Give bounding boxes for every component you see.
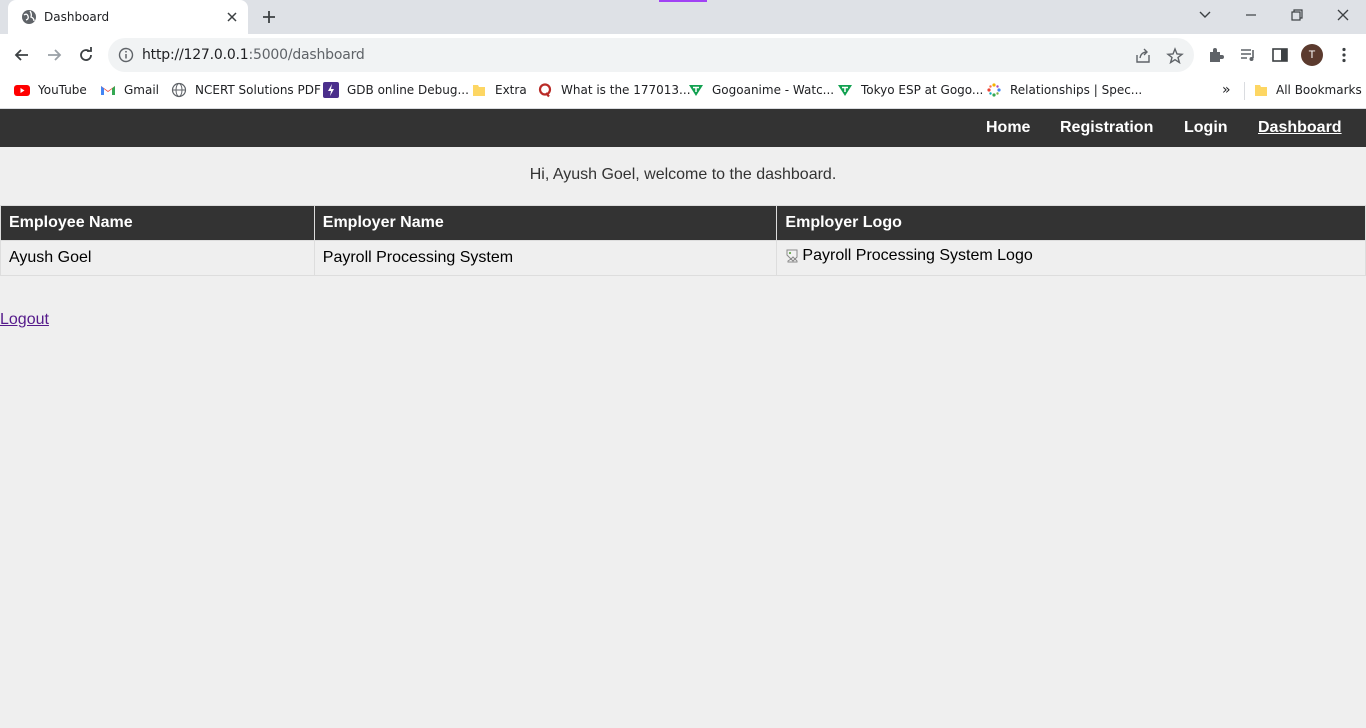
media-control-icon[interactable] [1239, 46, 1257, 64]
logout-link[interactable]: Logout [0, 311, 49, 329]
cell-employer-name: Payroll Processing System [313, 240, 778, 276]
nav-login-link[interactable]: Login [1184, 119, 1228, 137]
employer-logo-image: Payroll Processing System Logo [785, 247, 1033, 265]
bookmark-youtube[interactable]: YouTube [14, 76, 87, 104]
table-header-row: Employee Name Employer Name Employer Log… [0, 205, 1366, 241]
tab-group-indicator [659, 0, 707, 2]
restore-icon[interactable] [1287, 6, 1307, 24]
spectrum-icon [987, 83, 1001, 97]
back-arrow-icon[interactable] [12, 45, 32, 65]
employee-table: Employee Name Employer Name Employer Log… [0, 205, 1366, 276]
gmail-icon [101, 86, 115, 95]
address-bar[interactable]: http://127.0.0.1:5000/dashboard [108, 38, 1194, 72]
bookmarks-overflow-button[interactable]: » [1222, 76, 1231, 104]
browser-toolbar: http://127.0.0.1:5000/dashboard T [0, 34, 1366, 76]
bookmark-gmail[interactable]: Gmail [100, 76, 159, 104]
url-text: http://127.0.0.1:5000/dashboard [142, 47, 365, 63]
share-icon[interactable] [1134, 47, 1152, 65]
site-navbar: Home Registration Login Dashboard [0, 109, 1366, 147]
side-panel-icon[interactable] [1271, 46, 1289, 64]
broken-image-icon [786, 249, 798, 263]
nav-home-link[interactable]: Home [986, 119, 1030, 137]
nav-dashboard-link[interactable]: Dashboard [1258, 119, 1342, 137]
header-employee-name: Employee Name [0, 205, 315, 241]
bookmark-extra[interactable]: Extra [471, 76, 527, 104]
nav-registration-link[interactable]: Registration [1060, 119, 1153, 137]
minimize-icon[interactable] [1241, 6, 1261, 24]
forward-arrow-icon[interactable] [44, 45, 64, 65]
gogoanime-icon [838, 85, 852, 96]
cell-employer-logo: Payroll Processing System Logo [776, 240, 1366, 276]
extensions-icon[interactable] [1207, 46, 1225, 64]
close-icon[interactable] [224, 9, 240, 25]
bookmarks-bar: YouTube Gmail NCERT Solutions PDF GDB on… [0, 76, 1366, 109]
reload-icon[interactable] [76, 45, 96, 65]
employer-logo-alt-text: Payroll Processing System Logo [802, 247, 1033, 264]
globe-icon [171, 82, 187, 98]
bookmark-gdb[interactable]: GDB online Debug... [323, 76, 469, 104]
bookmarks-divider [1244, 82, 1245, 100]
gogoanime-icon [689, 85, 703, 96]
bookmark-tokyo-esp[interactable]: Tokyo ESP at Gogo... [837, 76, 983, 104]
tab-search-icon[interactable] [1195, 6, 1215, 24]
folder-icon [1255, 85, 1267, 96]
new-tab-icon[interactable] [259, 7, 279, 27]
folder-icon [473, 85, 485, 96]
bookmark-gogoanime[interactable]: Gogoanime - Watc... [688, 76, 834, 104]
header-employer-logo: Employer Logo [776, 205, 1366, 241]
bookmark-star-icon[interactable] [1166, 47, 1184, 65]
gdb-icon [323, 82, 339, 98]
window-close-icon[interactable] [1333, 6, 1353, 24]
info-icon[interactable] [118, 47, 134, 63]
tab-strip: Dashboard [0, 0, 1366, 34]
bookmark-ncert[interactable]: NCERT Solutions PDF [171, 76, 321, 104]
tab-dashboard[interactable]: Dashboard [8, 0, 248, 34]
bookmark-relationships[interactable]: Relationships | Spec... [986, 76, 1142, 104]
globe-icon [22, 10, 36, 24]
header-employer-name: Employer Name [313, 205, 778, 241]
all-bookmarks-button[interactable]: All Bookmarks [1253, 76, 1362, 104]
kebab-menu-icon[interactable] [1335, 46, 1353, 64]
youtube-icon [14, 85, 30, 96]
quora-icon [538, 83, 552, 98]
bookmark-quora[interactable]: What is the 177013... [537, 76, 691, 104]
table-row: Ayush Goel Payroll Processing System Pay… [0, 240, 1366, 276]
cell-employee-name: Ayush Goel [0, 240, 315, 276]
welcome-message: Hi, Ayush Goel, welcome to the dashboard… [529, 166, 837, 183]
tab-title: Dashboard [44, 10, 110, 24]
profile-avatar[interactable]: T [1301, 44, 1323, 66]
